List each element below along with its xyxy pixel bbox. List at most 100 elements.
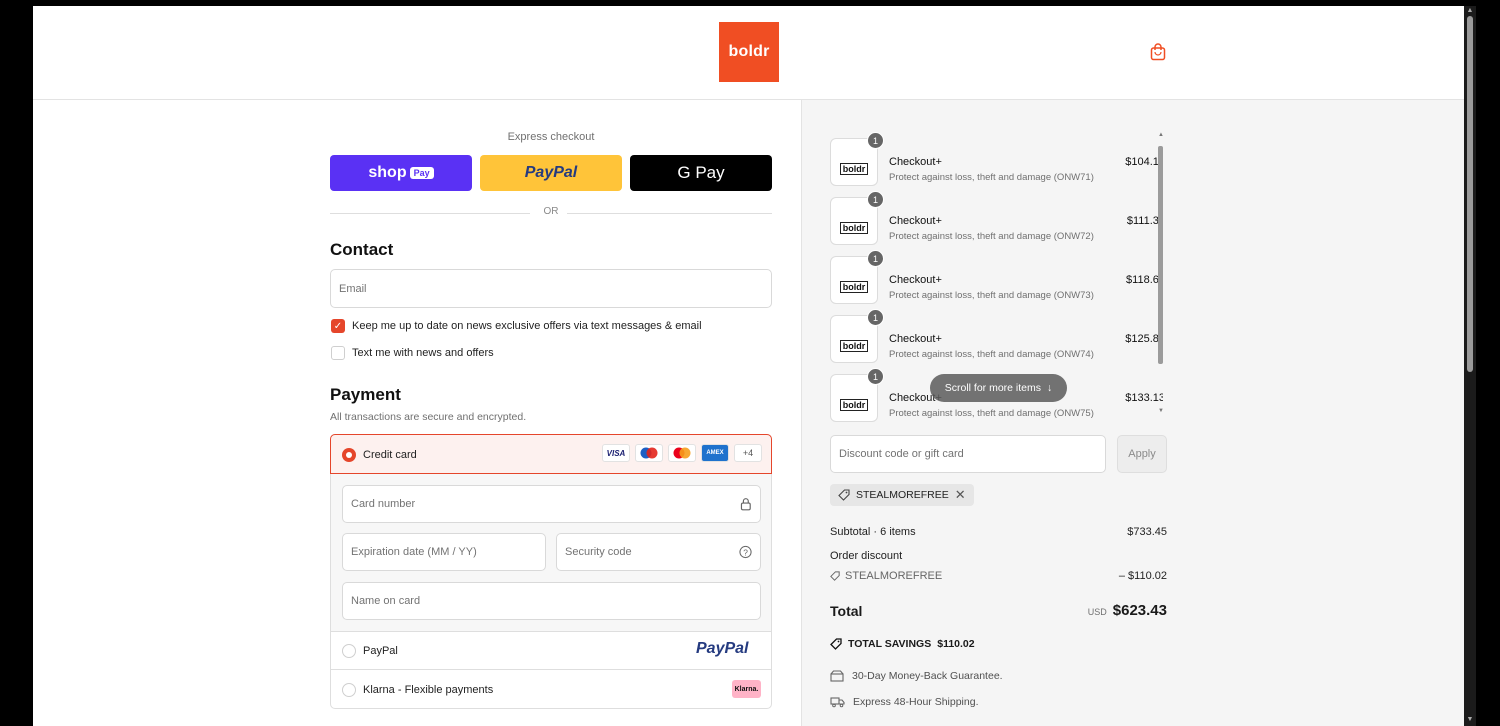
list-item: boldr 1 Checkout+ Protect against loss, … xyxy=(829,309,1163,372)
maestro-icon xyxy=(635,444,663,462)
payment-subtitle: All transactions are secure and encrypte… xyxy=(330,411,527,423)
security-code-input[interactable] xyxy=(565,546,739,558)
item-name: Checkout+ xyxy=(889,156,942,168)
name-on-card-field[interactable] xyxy=(342,582,761,620)
expiry-field[interactable] xyxy=(342,533,546,571)
item-description: Protect against loss, theft and damage (… xyxy=(889,349,1094,360)
credit-card-label: Credit card xyxy=(363,449,417,461)
savings-label: TOTAL SAVINGS xyxy=(848,638,932,650)
shopping-bag-icon[interactable] xyxy=(1150,43,1166,61)
divider xyxy=(330,631,772,632)
google-pay-button[interactable]: G Pay xyxy=(630,155,772,191)
check-icon: ✓ xyxy=(333,320,343,332)
item-name: Checkout+ xyxy=(889,274,942,286)
page-scrollbar-thumb[interactable] xyxy=(1467,16,1473,372)
order-discount-code: STEALMOREFREE xyxy=(845,570,943,582)
product-brand-mark: boldr xyxy=(839,163,869,175)
item-description: Protect against loss, theft and damage (… xyxy=(889,408,1094,419)
help-icon[interactable]: ? xyxy=(739,545,752,559)
currency-code: USD xyxy=(1087,607,1107,617)
arrow-down-icon: ↓ xyxy=(1047,382,1053,394)
scroll-for-more-button[interactable]: Scroll for more items ↓ xyxy=(930,374,1067,402)
text-opt-in-checkbox[interactable] xyxy=(331,346,345,360)
subtotal-value: $733.45 xyxy=(1127,526,1167,538)
quantity-badge: 1 xyxy=(867,191,884,208)
item-description: Protect against loss, theft and damage (… xyxy=(889,290,1094,301)
scroll-up-arrow-icon[interactable]: ▲ xyxy=(1466,7,1474,14)
paypal-radio[interactable] xyxy=(342,644,356,658)
product-brand-mark: boldr xyxy=(839,222,869,234)
quantity-badge: 1 xyxy=(867,309,884,326)
expiry-input[interactable] xyxy=(351,546,537,558)
list-item: boldr 1 Checkout+ Protect against loss, … xyxy=(829,250,1163,313)
credit-card-radio[interactable] xyxy=(342,448,356,462)
apply-button[interactable]: Apply xyxy=(1117,435,1167,473)
total-label: Total xyxy=(830,603,863,619)
shop-pay-label: shop xyxy=(368,164,407,181)
applied-discount-chip: STEALMOREFREE ✕ xyxy=(830,484,974,506)
perk-label: 30-Day Money-Back Guarantee. xyxy=(852,670,1003,682)
google-pay-label: G Pay xyxy=(677,163,725,182)
klarna-option-label[interactable]: Klarna - Flexible payments xyxy=(363,684,493,696)
tag-icon xyxy=(830,571,840,581)
product-brand-mark: boldr xyxy=(839,340,869,352)
scroll-down-arrow-icon[interactable]: ▼ xyxy=(1466,716,1474,723)
name-on-card-input[interactable] xyxy=(351,595,752,607)
amex-icon: AMEX xyxy=(701,444,729,462)
perk-money-back: 30-Day Money-Back Guarantee. xyxy=(830,670,1003,682)
text-opt-in-label: Text me with news and offers xyxy=(352,347,494,359)
shop-pay-button[interactable]: shop Pay xyxy=(330,155,472,191)
remove-discount-icon[interactable]: ✕ xyxy=(955,487,966,503)
items-scrollbar-thumb[interactable] xyxy=(1158,146,1163,364)
tag-icon xyxy=(838,489,850,501)
list-item: boldr 1 Checkout+ Protect against loss, … xyxy=(829,191,1163,254)
express-checkout-label: Express checkout xyxy=(507,131,595,143)
visa-icon: VISA xyxy=(602,444,630,462)
scroll-down-arrow-icon[interactable]: ▼ xyxy=(1158,408,1164,414)
list-item: boldr 1 Checkout+ Protect against loss, … xyxy=(829,132,1163,195)
contact-heading: Contact xyxy=(330,240,394,259)
news-opt-in-checkbox[interactable]: ✓ xyxy=(331,319,345,333)
total-value: $623.43 xyxy=(1112,602,1167,619)
discount-code-field[interactable] xyxy=(830,435,1106,473)
klarna-radio[interactable] xyxy=(342,683,356,697)
perk-label: Express 48-Hour Shipping. xyxy=(853,696,979,708)
card-number-field[interactable] xyxy=(342,485,761,523)
quantity-badge: 1 xyxy=(867,132,884,149)
card-number-input[interactable] xyxy=(351,498,741,510)
item-name: Checkout+ xyxy=(889,215,942,227)
paypal-express-button[interactable]: PayPal xyxy=(480,155,622,191)
payment-heading: Payment xyxy=(330,385,401,404)
order-discount-label: Order discount xyxy=(830,550,903,562)
applied-discount-code: STEALMOREFREE xyxy=(856,489,949,501)
email-field[interactable] xyxy=(330,269,772,308)
item-price: $133.13 xyxy=(1125,392,1163,404)
order-discount-code-row: STEALMOREFREE xyxy=(830,570,942,582)
truck-icon xyxy=(830,697,845,708)
svg-text:?: ? xyxy=(743,547,748,557)
mastercard-icon xyxy=(668,444,696,462)
security-code-field[interactable]: ? xyxy=(556,533,761,571)
order-discount-value: – $110.02 xyxy=(1118,570,1167,582)
product-brand-mark: boldr xyxy=(839,399,869,411)
klarna-logo-icon: Klarna. xyxy=(732,680,761,698)
product-brand-mark: boldr xyxy=(839,281,869,293)
total-row: USD $623.43 xyxy=(1088,602,1167,619)
box-icon xyxy=(830,670,844,682)
item-description: Protect against loss, theft and damage (… xyxy=(889,231,1094,242)
paypal-logo-icon: PayPal xyxy=(696,640,749,657)
discount-code-input[interactable] xyxy=(839,448,1097,460)
item-description: Protect against loss, theft and damage (… xyxy=(889,172,1094,183)
item-name: Checkout+ xyxy=(889,333,942,345)
header: boldr xyxy=(33,6,1464,100)
paypal-express-label: PayPal xyxy=(524,164,578,181)
total-savings: TOTAL SAVINGS $110.02 xyxy=(830,638,975,650)
email-input[interactable] xyxy=(339,282,763,295)
paypal-option-label[interactable]: PayPal xyxy=(363,645,398,657)
page-scrollbar[interactable]: ▲ ▼ xyxy=(1464,6,1476,726)
or-label: OR xyxy=(543,206,559,217)
scroll-up-arrow-icon[interactable]: ▲ xyxy=(1158,132,1164,138)
lock-icon xyxy=(741,498,752,511)
or-divider: OR xyxy=(330,206,772,220)
brand-logo[interactable]: boldr xyxy=(719,22,779,82)
